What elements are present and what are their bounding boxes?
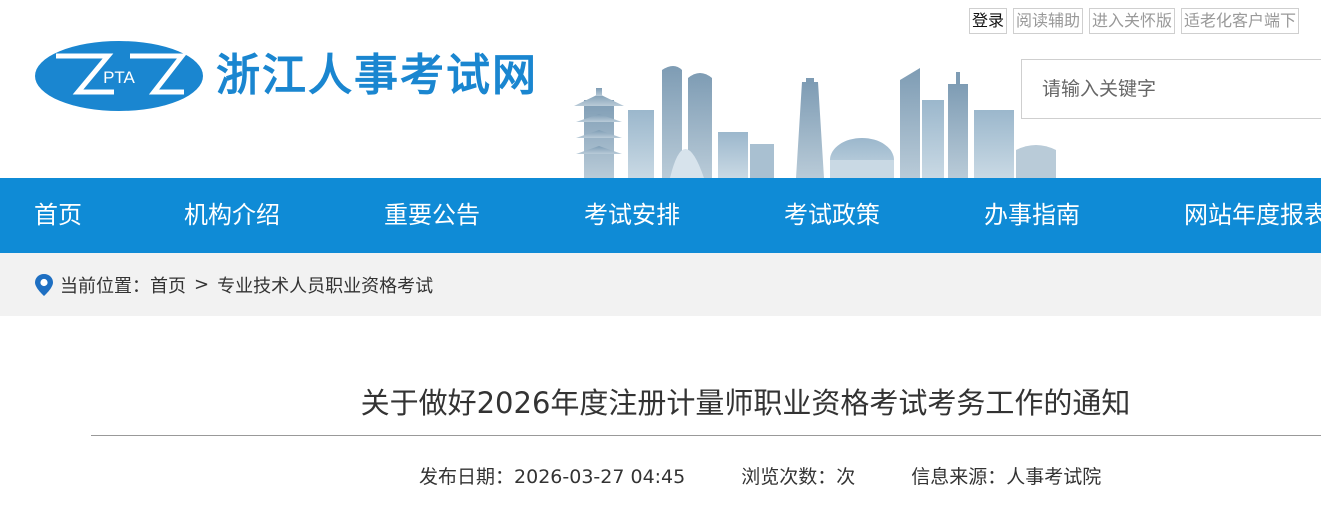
view-count-suffix: 次 bbox=[836, 466, 856, 488]
login-link[interactable]: 登录 bbox=[969, 8, 1008, 34]
view-count-label: 浏览次数： bbox=[741, 466, 837, 488]
source-value: 人事考试院 bbox=[1006, 466, 1102, 488]
breadcrumb: 当前位置： 首页 > 专业技术人员职业资格考试 bbox=[34, 253, 433, 316]
nav-item-about[interactable]: 机构介绍 bbox=[184, 178, 280, 253]
pta-logo[interactable]: PTA bbox=[34, 40, 204, 112]
title-divider bbox=[91, 435, 1321, 436]
nav-item-service-guide[interactable]: 办事指南 bbox=[984, 178, 1080, 253]
nav-item-exam-policy[interactable]: 考试政策 bbox=[784, 178, 880, 253]
search-input[interactable] bbox=[1022, 60, 1321, 118]
site-title[interactable]: 浙江人事考试网 bbox=[216, 40, 538, 112]
breadcrumb-current[interactable]: 专业技术人员职业资格考试 bbox=[217, 272, 433, 298]
breadcrumb-prefix: 当前位置： bbox=[60, 275, 150, 297]
publish-date-value: 2026-03-27 04:45 bbox=[514, 466, 686, 488]
top-links: 登录 阅读辅助 进入关怀版 适老化客户端下 bbox=[969, 8, 1300, 34]
publish-date-label: 发布日期： bbox=[419, 466, 515, 488]
nav-item-exam-schedule[interactable]: 考试安排 bbox=[584, 178, 680, 253]
care-mode-link[interactable]: 进入关怀版 bbox=[1089, 8, 1176, 34]
nav-item-annual-report[interactable]: 网站年度报表 bbox=[1184, 178, 1321, 253]
city-skyline-illustration bbox=[574, 66, 1056, 178]
logo-text: PTA bbox=[103, 68, 135, 87]
source-group: 信息来源：人事考试院 bbox=[911, 462, 1101, 489]
elderly-client-link[interactable]: 适老化客户端下 bbox=[1181, 8, 1300, 34]
reading-assist-link[interactable]: 阅读辅助 bbox=[1013, 8, 1084, 34]
source-label: 信息来源： bbox=[911, 466, 1007, 488]
breadcrumb-home-link[interactable]: 首页 bbox=[150, 272, 186, 298]
publish-date-group: 发布日期：2026-03-27 04:45 bbox=[419, 462, 685, 489]
article-meta: 发布日期：2026-03-27 04:45 浏览次数：次 信息来源：人事考试院 bbox=[419, 462, 1157, 489]
search-box bbox=[1021, 59, 1321, 119]
nav-item-announcements[interactable]: 重要公告 bbox=[384, 178, 480, 253]
view-count-group: 浏览次数：次 bbox=[741, 462, 855, 489]
article-title: 关于做好2026年度注册计量师职业资格考试考务工作的通知 bbox=[360, 386, 1131, 420]
nav-item-home[interactable]: 首页 bbox=[34, 178, 82, 253]
site-header: PTA 浙江人事考试网 登录 阅读辅助 进入关怀版 适老化客户端下 请输入关键字 bbox=[0, 0, 1321, 178]
location-pin-icon bbox=[35, 273, 53, 296]
breadcrumb-separator: > bbox=[194, 274, 210, 295]
main-nav: 首页 机构介绍 重要公告 考试安排 考试政策 办事指南 网站年度报表 bbox=[0, 178, 1321, 253]
breadcrumb-bar: 当前位置： 首页 > 专业技术人员职业资格考试 bbox=[0, 253, 1321, 316]
